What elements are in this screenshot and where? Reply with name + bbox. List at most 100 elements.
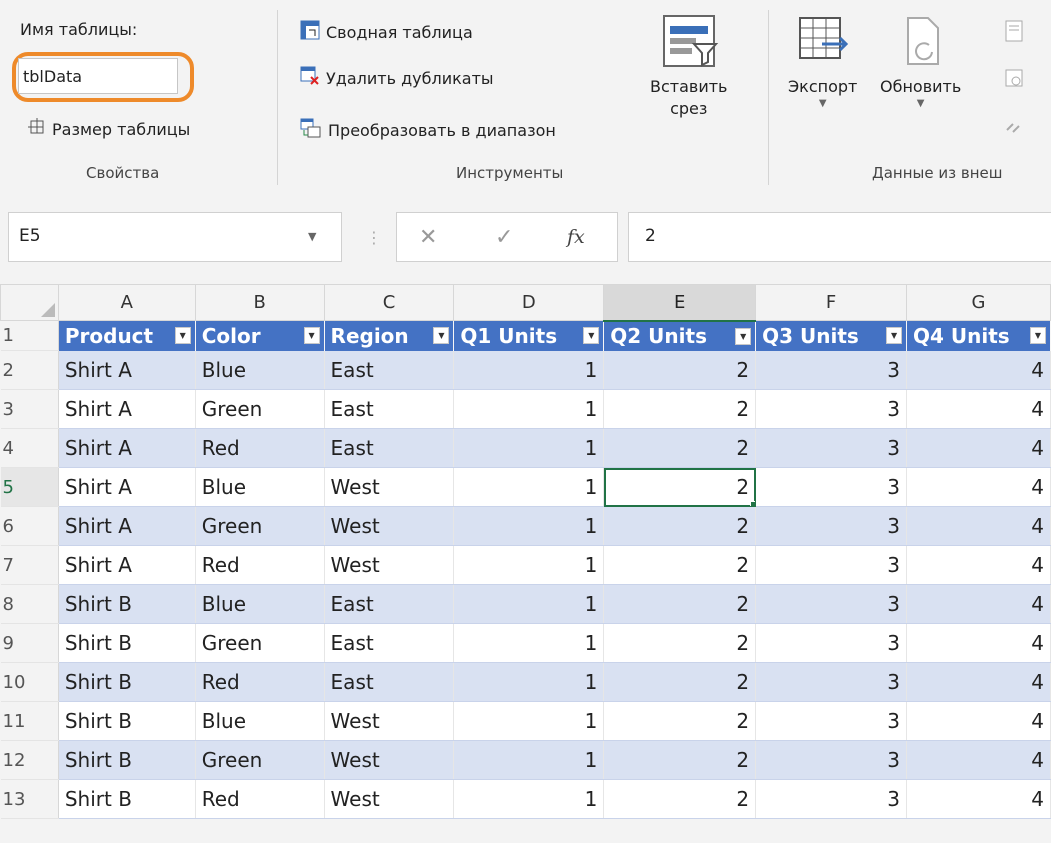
- table-cell[interactable]: East: [324, 584, 455, 624]
- table-cell[interactable]: 4: [906, 467, 1051, 507]
- table-cell[interactable]: 3: [755, 389, 908, 429]
- column-header[interactable]: G: [906, 284, 1051, 321]
- table-cell[interactable]: East: [324, 389, 455, 429]
- resize-table-button[interactable]: Размер таблицы: [28, 118, 190, 140]
- table-cell[interactable]: 1: [453, 662, 605, 702]
- table-cell[interactable]: 2: [603, 779, 757, 819]
- table-header-cell[interactable]: Product ▼: [58, 320, 196, 351]
- table-cell[interactable]: West: [324, 506, 455, 546]
- open-in-browser-button[interactable]: [1004, 68, 1024, 94]
- table-cell[interactable]: 4: [906, 584, 1051, 624]
- table-cell[interactable]: Blue: [195, 701, 325, 741]
- table-cell[interactable]: 3: [755, 584, 908, 624]
- column-header[interactable]: A: [57, 284, 196, 321]
- filter-dropdown-icon[interactable]: ▼: [303, 327, 320, 344]
- table-cell[interactable]: 4: [906, 389, 1051, 429]
- insert-function-icon[interactable]: fx: [567, 226, 585, 248]
- table-header-cell[interactable]: Q2 Units ▼: [603, 320, 757, 351]
- refresh-button[interactable]: Обновить ▼: [880, 12, 961, 109]
- formula-input[interactable]: 2: [628, 212, 1051, 262]
- insert-slicer-button[interactable]: Вставить срез: [650, 12, 727, 120]
- select-all-corner[interactable]: [0, 284, 59, 321]
- table-cell[interactable]: Green: [195, 623, 325, 663]
- row-header[interactable]: 5: [0, 467, 59, 507]
- table-cell[interactable]: 1: [453, 623, 605, 663]
- name-box[interactable]: E5: [8, 212, 342, 262]
- active-cell[interactable]: 2: [603, 467, 757, 507]
- filter-dropdown-icon[interactable]: ▼: [583, 327, 600, 344]
- table-cell[interactable]: East: [324, 350, 455, 390]
- table-cell[interactable]: 3: [755, 779, 908, 819]
- table-cell[interactable]: Shirt B: [58, 779, 196, 819]
- table-cell[interactable]: Shirt B: [58, 584, 196, 624]
- row-header[interactable]: 11: [0, 701, 59, 741]
- table-cell[interactable]: Shirt B: [58, 740, 196, 780]
- table-cell[interactable]: 2: [603, 350, 757, 390]
- table-cell[interactable]: 3: [755, 662, 908, 702]
- filter-dropdown-icon[interactable]: ▼: [735, 327, 752, 345]
- table-cell[interactable]: Shirt A: [58, 389, 196, 429]
- table-cell[interactable]: 2: [603, 701, 757, 741]
- row-header[interactable]: 2: [0, 350, 59, 390]
- table-cell[interactable]: Shirt A: [58, 350, 196, 390]
- column-header-selected[interactable]: E: [603, 284, 757, 322]
- table-cell[interactable]: 1: [453, 740, 605, 780]
- enter-icon[interactable]: ✓: [495, 225, 513, 250]
- row-header[interactable]: 6: [0, 506, 59, 546]
- table-header-cell[interactable]: Q3 Units ▼: [755, 320, 908, 351]
- table-cell[interactable]: 3: [755, 506, 908, 546]
- table-cell[interactable]: Green: [195, 506, 325, 546]
- table-cell[interactable]: Blue: [195, 584, 325, 624]
- table-cell[interactable]: West: [324, 467, 455, 507]
- cancel-icon[interactable]: ✕: [419, 225, 437, 250]
- row-header[interactable]: 13: [0, 779, 59, 819]
- table-cell[interactable]: Shirt A: [58, 506, 196, 546]
- table-cell[interactable]: 1: [453, 584, 605, 624]
- table-cell[interactable]: Red: [195, 428, 325, 468]
- table-cell[interactable]: East: [324, 662, 455, 702]
- table-cell[interactable]: 4: [906, 545, 1051, 585]
- table-cell[interactable]: Shirt B: [58, 623, 196, 663]
- pivot-table-button[interactable]: Сводная таблица: [300, 20, 473, 44]
- table-header-cell[interactable]: Region ▼: [324, 320, 455, 351]
- properties-small-button[interactable]: [1004, 20, 1024, 46]
- table-cell[interactable]: Shirt B: [58, 701, 196, 741]
- export-button[interactable]: Экспорт ▼: [788, 12, 857, 109]
- column-header[interactable]: F: [755, 284, 908, 321]
- table-cell[interactable]: Blue: [195, 467, 325, 507]
- table-cell[interactable]: West: [324, 701, 455, 741]
- table-cell[interactable]: 4: [906, 428, 1051, 468]
- row-header[interactable]: 8: [0, 584, 59, 624]
- chevron-down-icon[interactable]: ▼: [308, 230, 316, 243]
- fill-handle[interactable]: [750, 501, 755, 506]
- table-cell[interactable]: 3: [755, 428, 908, 468]
- table-cell[interactable]: 4: [906, 662, 1051, 702]
- table-cell[interactable]: Shirt A: [58, 467, 196, 507]
- table-cell[interactable]: Red: [195, 545, 325, 585]
- table-cell[interactable]: 4: [906, 506, 1051, 546]
- table-cell[interactable]: West: [324, 740, 455, 780]
- table-cell[interactable]: Blue: [195, 350, 325, 390]
- table-cell[interactable]: 4: [906, 623, 1051, 663]
- row-header[interactable]: 4: [0, 428, 59, 468]
- table-cell[interactable]: 2: [603, 740, 757, 780]
- table-cell[interactable]: 1: [453, 350, 605, 390]
- table-cell[interactable]: Shirt A: [58, 428, 196, 468]
- table-cell[interactable]: Green: [195, 740, 325, 780]
- table-header-cell[interactable]: Q1 Units ▼: [453, 320, 605, 351]
- table-cell[interactable]: Shirt A: [58, 545, 196, 585]
- table-cell[interactable]: 2: [603, 389, 757, 429]
- table-cell[interactable]: Green: [195, 389, 325, 429]
- table-cell[interactable]: 3: [755, 701, 908, 741]
- table-cell[interactable]: 3: [755, 623, 908, 663]
- row-header[interactable]: 7: [0, 545, 59, 585]
- table-cell[interactable]: 2: [603, 506, 757, 546]
- column-header[interactable]: B: [194, 284, 325, 321]
- table-cell[interactable]: Red: [195, 779, 325, 819]
- table-name-input[interactable]: [18, 58, 178, 94]
- table-cell[interactable]: 1: [453, 467, 605, 507]
- filter-dropdown-icon[interactable]: ▼: [886, 327, 903, 344]
- table-cell[interactable]: 4: [906, 740, 1051, 780]
- table-cell[interactable]: 3: [755, 545, 908, 585]
- table-cell[interactable]: West: [324, 545, 455, 585]
